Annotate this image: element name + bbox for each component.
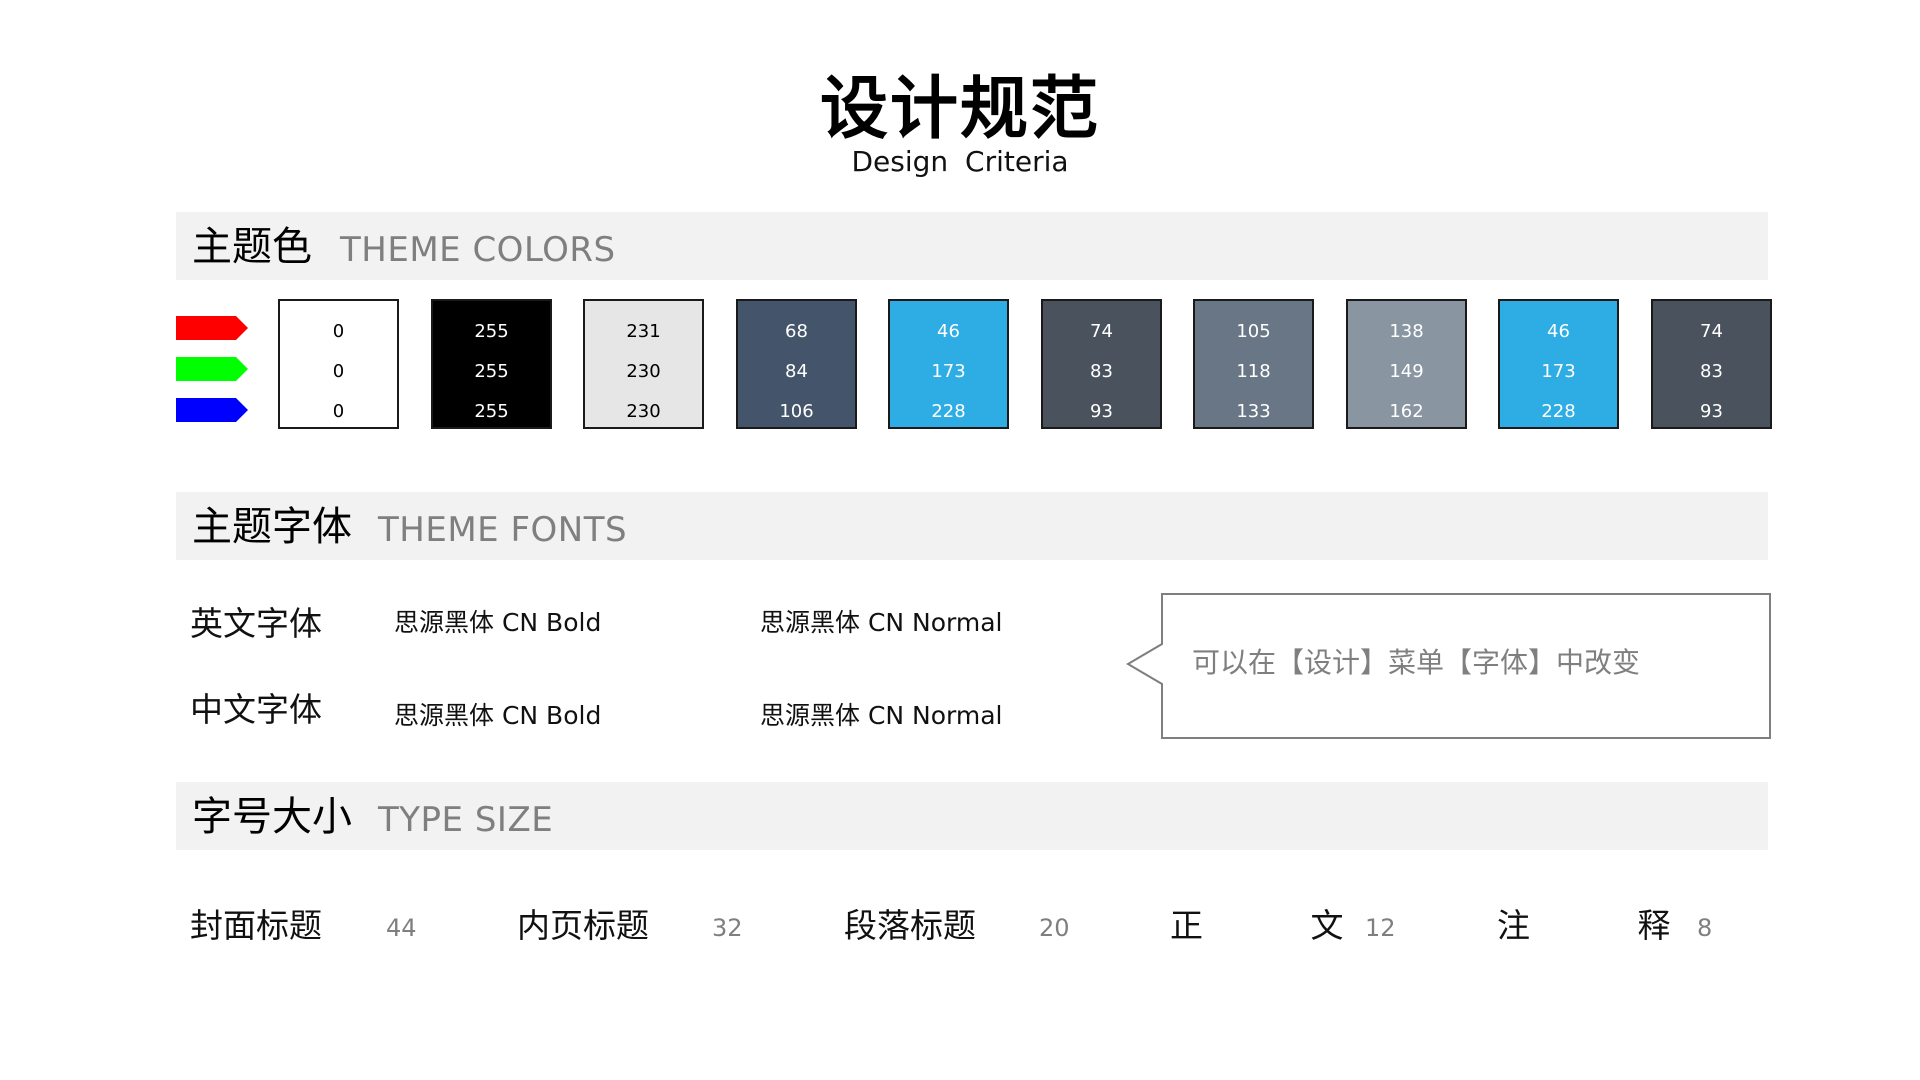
- swatch-g-value: 0: [332, 361, 345, 382]
- color-swatch: 138 149 162: [1346, 299, 1467, 429]
- section-header-type-size: 字号大小 TYPE SIZE: [176, 782, 1768, 856]
- swatch-g-value: 149: [1389, 361, 1424, 382]
- swatch-g-value: 255: [474, 361, 509, 382]
- type-size-value-page-title: 32: [712, 914, 743, 942]
- type-size-value-body: 12: [1365, 914, 1396, 942]
- chinese-body-font: 思源黑体 CN Normal: [760, 701, 1003, 730]
- swatch-r-value: 46: [1547, 321, 1570, 342]
- swatch-g-value: 173: [931, 361, 966, 382]
- swatch-b-value: 230: [626, 401, 661, 422]
- swatch-r-value: 68: [785, 321, 808, 342]
- swatch-r-value: 74: [1700, 321, 1723, 342]
- section-title-zh: 主题字体: [192, 504, 352, 550]
- color-swatch: 74 83 93: [1041, 299, 1162, 429]
- section-title-en: TYPE SIZE: [378, 800, 554, 840]
- type-size-label-page-title: 内页标题: [517, 906, 649, 945]
- swatch-b-value: 93: [1700, 401, 1723, 422]
- swatch-r-value: 46: [937, 321, 960, 342]
- green-channel-arrow-icon: [176, 357, 248, 381]
- swatch-g-value: 173: [1541, 361, 1576, 382]
- color-swatch: 74 83 93: [1651, 299, 1772, 429]
- type-size-value-cover-title: 44: [386, 914, 417, 942]
- page-subtitle: Design Criteria: [851, 145, 1069, 178]
- swatch-b-value: 106: [779, 401, 814, 422]
- type-size-label-cover-title: 封面标题: [190, 906, 322, 945]
- color-swatch: 46 173 228: [888, 299, 1009, 429]
- red-channel-arrow-icon: [176, 316, 248, 340]
- swatch-b-value: 228: [1541, 401, 1576, 422]
- color-swatch: 46 173 228: [1498, 299, 1619, 429]
- section-title-en: THEME COLORS: [340, 230, 616, 270]
- page-title: 设计规范: [819, 70, 1100, 149]
- english-heading-font: 思源黑体 CN Bold: [394, 608, 602, 637]
- font-tip-text: 可以在【设计】菜单【字体】中改变: [1192, 646, 1641, 679]
- section-header-theme-colors: 主题色 THEME COLORS: [176, 212, 1768, 286]
- section-title-zh: 字号大小: [192, 794, 352, 840]
- color-swatch: 0 0 0: [278, 299, 399, 429]
- color-swatch: 255 255 255: [431, 299, 552, 429]
- swatch-g-value: 230: [626, 361, 661, 382]
- swatch-g-value: 84: [785, 361, 808, 382]
- swatch-g-value: 83: [1700, 361, 1723, 382]
- swatch-r-value: 255: [474, 321, 509, 342]
- chinese-font-label: 中文字体: [190, 690, 322, 729]
- swatch-b-value: 0: [332, 401, 345, 422]
- swatch-b-value: 162: [1389, 401, 1424, 422]
- color-swatch: 105 118 133: [1193, 299, 1314, 429]
- blue-channel-arrow-icon: [176, 398, 248, 422]
- color-swatch: 68 84 106: [736, 299, 857, 429]
- swatch-b-value: 228: [931, 401, 966, 422]
- swatch-g-value: 118: [1236, 361, 1271, 382]
- color-swatch: 231 230 230: [583, 299, 704, 429]
- section-header-theme-fonts: 主题字体 THEME FONTS: [176, 492, 1768, 566]
- type-size-label-annotation: 注 释: [1497, 906, 1679, 945]
- section-title-en: THEME FONTS: [378, 510, 628, 550]
- type-size-value-paragraph-title: 20: [1039, 914, 1070, 942]
- chinese-heading-font: 思源黑体 CN Bold: [394, 701, 602, 730]
- swatch-r-value: 0: [332, 321, 345, 342]
- english-font-label: 英文字体: [190, 604, 322, 643]
- swatch-r-value: 105: [1236, 321, 1271, 342]
- swatch-b-value: 133: [1236, 401, 1271, 422]
- swatch-g-value: 83: [1090, 361, 1113, 382]
- english-body-font: 思源黑体 CN Normal: [760, 608, 1003, 637]
- type-size-label-body: 正 文: [1170, 906, 1352, 945]
- swatch-r-value: 74: [1090, 321, 1113, 342]
- swatch-r-value: 231: [626, 321, 661, 342]
- swatch-b-value: 93: [1090, 401, 1113, 422]
- swatch-r-value: 138: [1389, 321, 1424, 342]
- type-size-value-annotation: 8: [1697, 914, 1713, 942]
- section-title-zh: 主题色: [192, 224, 312, 270]
- swatch-b-value: 255: [474, 401, 509, 422]
- type-size-label-paragraph-title: 段落标题: [844, 906, 976, 945]
